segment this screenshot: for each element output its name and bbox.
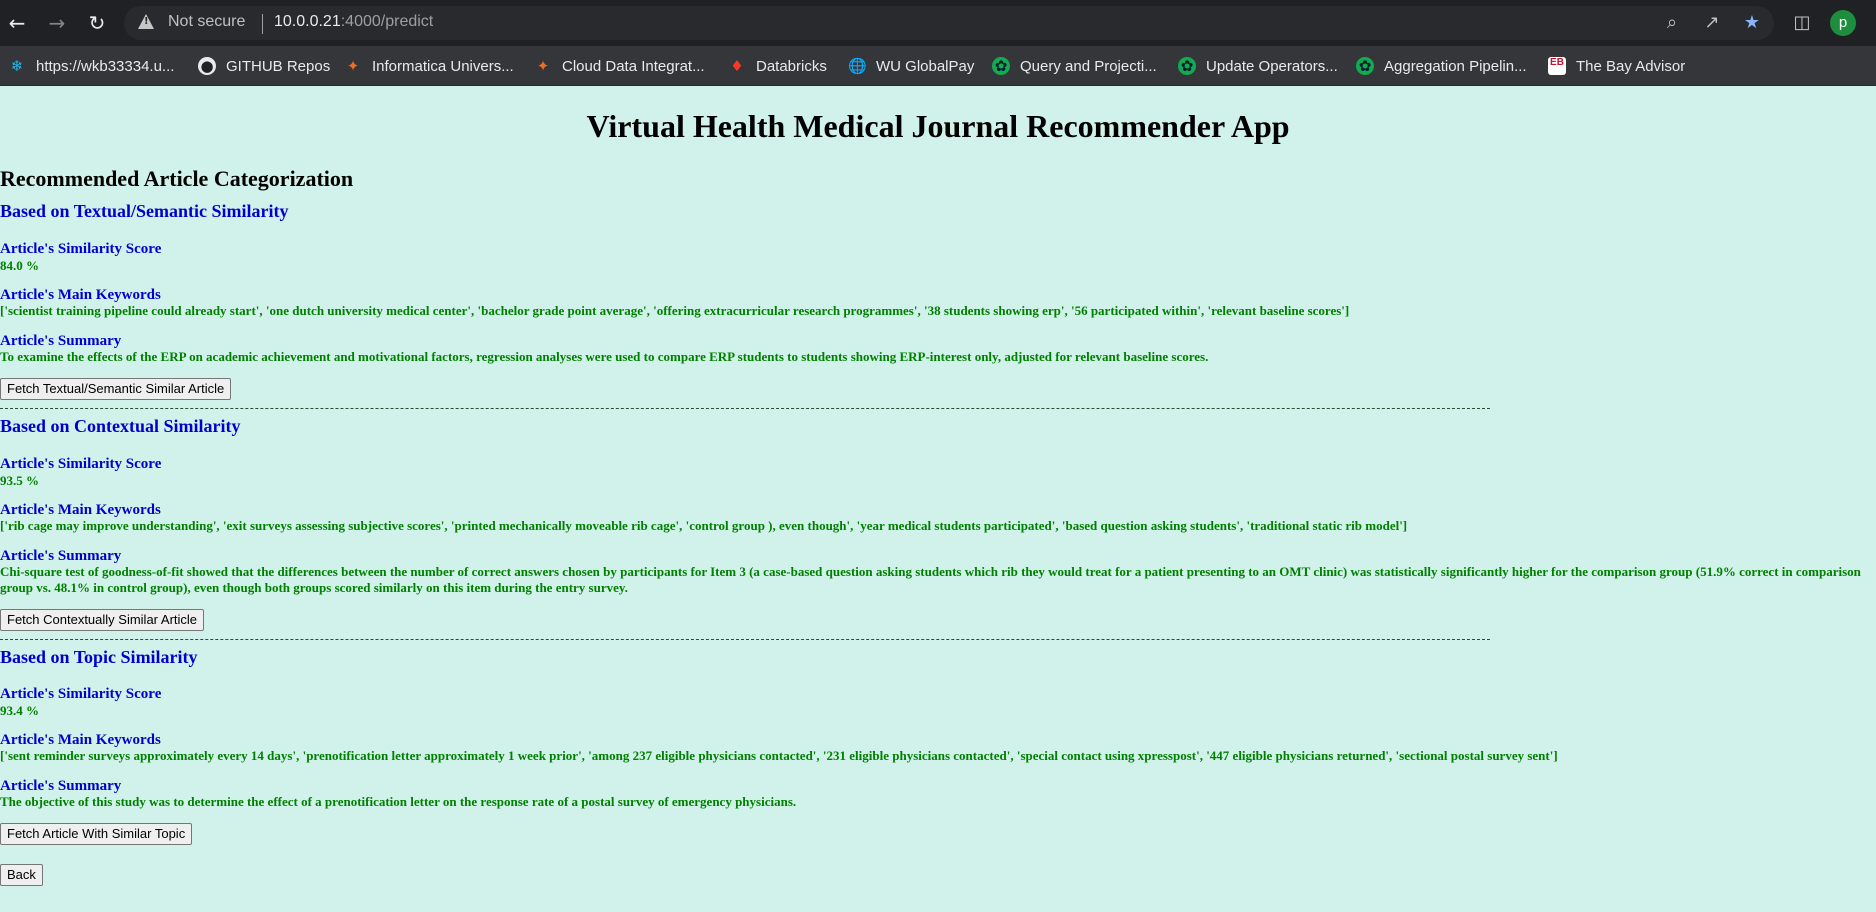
- fetch-textual-article-button[interactable]: Fetch Textual/Semantic Similar Article: [0, 378, 232, 400]
- summary-label: Article's Summary: [0, 778, 122, 794]
- bookmark-label: Query and Projecti...: [1020, 57, 1157, 75]
- contextual-similarity-title: Based on Contextual Similarity: [0, 416, 241, 436]
- profile-avatar[interactable]: p: [1830, 10, 1856, 36]
- back-arrow-icon[interactable]: ←: [4, 10, 30, 36]
- github-icon: ●: [198, 57, 216, 75]
- similarity-score-label: Article's Similarity Score: [0, 456, 162, 472]
- summary-value: The objective of this study was to deter…: [0, 794, 797, 809]
- similarity-score-label: Article's Similarity Score: [0, 686, 162, 702]
- page-title: Virtual Health Medical Journal Recommend…: [586, 108, 1290, 144]
- databricks-icon: ♦: [730, 57, 744, 75]
- bookmark-label: Databricks: [756, 57, 827, 75]
- bookmark-item[interactable]: ✿ Update Operators...: [1178, 46, 1338, 86]
- warning-icon: [138, 14, 154, 29]
- bookmark-item[interactable]: ✿ Aggregation Pipelin...: [1356, 46, 1527, 86]
- eb-icon: EB: [1548, 57, 1566, 75]
- keywords-value: ['rib cage may improve understanding', '…: [0, 518, 1408, 533]
- summary-value: Chi-square test of goodness-of-fit showe…: [0, 564, 1861, 595]
- bookmark-label: The Bay Advisor: [1576, 57, 1686, 75]
- bookmark-label: Cloud Data Integrat...: [562, 57, 705, 75]
- section-heading: Recommended Article Categorization: [0, 166, 354, 191]
- similarity-score-label: Article's Similarity Score: [0, 241, 162, 257]
- similarity-score-value: 93.4 %: [0, 703, 39, 718]
- bookmark-item[interactable]: ❄ https://wkb33334.u...: [8, 46, 175, 86]
- bookmark-item[interactable]: ♦ Databricks: [728, 46, 827, 86]
- informatica-icon: ✦: [346, 57, 360, 75]
- bookmark-label: WU GlobalPay: [876, 57, 975, 75]
- url-path: :4000/predict: [340, 13, 434, 30]
- snowflake-icon: ❄: [10, 57, 24, 75]
- bookmark-item[interactable]: ● GITHUB Repos: [198, 46, 330, 86]
- url-host: 10.0.0.21: [274, 13, 341, 30]
- back-button[interactable]: Back: [0, 864, 43, 886]
- similarity-score-value: 84.0 %: [0, 258, 39, 273]
- bookmark-label: GITHUB Repos: [226, 57, 331, 75]
- bookmark-label: https://wkb33334.u...: [36, 57, 175, 75]
- security-label: Not secure: [168, 13, 246, 30]
- bookmark-item[interactable]: EB The Bay Advisor: [1548, 46, 1685, 86]
- fetch-topic-article-button[interactable]: Fetch Article With Similar Topic: [0, 823, 193, 845]
- globe-icon: 🌐: [848, 57, 867, 75]
- mongodb-leaf-icon: ✿: [1178, 57, 1196, 75]
- informatica-icon: ✦: [536, 57, 550, 75]
- address-bar[interactable]: Not secure 10.0.0.21:4000/predict: [124, 6, 1774, 40]
- bookmark-star-icon[interactable]: ★: [1740, 11, 1764, 35]
- section-divider: [0, 639, 1490, 640]
- keywords-label: Article's Main Keywords: [0, 502, 161, 518]
- side-panel-icon[interactable]: ◫: [1790, 11, 1814, 35]
- summary-label: Article's Summary: [0, 333, 122, 349]
- zoom-icon[interactable]: ⌕: [1660, 11, 1684, 35]
- forward-arrow-icon[interactable]: →: [44, 10, 70, 36]
- bookmarks-bar: ❄ https://wkb33334.u... ● GITHUB Repos ✦…: [0, 46, 1876, 86]
- browser-toolbar: ← → ↻ Not secure 10.0.0.21:4000/predict …: [0, 0, 1876, 46]
- similarity-score-value: 93.5 %: [0, 473, 39, 488]
- topic-similarity-title: Based on Topic Similarity: [0, 647, 198, 667]
- bookmark-item[interactable]: 🌐 WU GlobalPay: [848, 46, 974, 86]
- reload-icon[interactable]: ↻: [84, 10, 110, 36]
- bookmark-item[interactable]: ✦ Informatica Univers...: [344, 46, 514, 86]
- summary-value: To examine the effects of the ERP on aca…: [0, 349, 1209, 364]
- section-divider: [0, 408, 1490, 409]
- summary-label: Article's Summary: [0, 548, 122, 564]
- share-icon[interactable]: ↗: [1700, 11, 1724, 35]
- bookmark-item[interactable]: ✿ Query and Projecti...: [992, 46, 1157, 86]
- keywords-label: Article's Main Keywords: [0, 732, 161, 748]
- url-text[interactable]: 10.0.0.21:4000/predict: [274, 13, 433, 31]
- keywords-value: ['scientist training pipeline could alre…: [0, 303, 1350, 318]
- address-separator: [262, 14, 263, 34]
- bookmark-label: Informatica Univers...: [372, 57, 514, 75]
- bookmark-label: Aggregation Pipelin...: [1384, 57, 1527, 75]
- bookmark-label: Update Operators...: [1206, 57, 1338, 75]
- keywords-value: ['sent reminder surveys approximately ev…: [0, 748, 1558, 763]
- keywords-label: Article's Main Keywords: [0, 287, 161, 303]
- textual-similarity-title: Based on Textual/Semantic Similarity: [0, 201, 289, 221]
- bookmark-item[interactable]: ✦ Cloud Data Integrat...: [534, 46, 705, 86]
- mongodb-leaf-icon: ✿: [992, 57, 1010, 75]
- fetch-contextual-article-button[interactable]: Fetch Contextually Similar Article: [0, 609, 205, 631]
- mongodb-leaf-icon: ✿: [1356, 57, 1374, 75]
